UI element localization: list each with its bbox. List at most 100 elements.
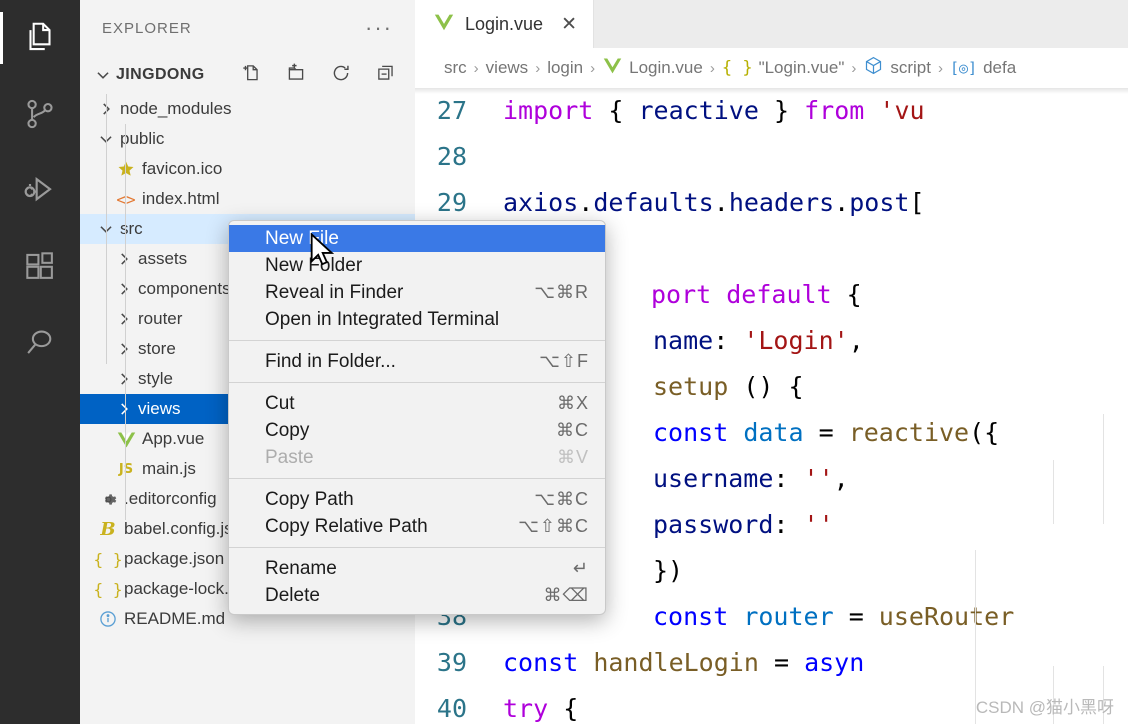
- tree-item-label: components: [138, 279, 231, 298]
- tree-item-label: babel.config.js: [124, 519, 233, 538]
- menu-item-reveal-in-finder[interactable]: Reveal in Finder ⌥⌘R: [229, 279, 605, 306]
- activity-item-extensions[interactable]: [0, 228, 80, 304]
- menu-item-new-file[interactable]: New File: [229, 225, 605, 252]
- code-token: .: [834, 188, 850, 217]
- code-token: =: [758, 648, 805, 677]
- menu-item-shortcut: ⌥⇧⌘C: [518, 516, 589, 536]
- editor-indent-guide: [1053, 460, 1054, 524]
- close-icon[interactable]: ✕: [561, 15, 577, 34]
- chevron-down-icon[interactable]: [90, 66, 116, 84]
- star-icon: [112, 159, 140, 179]
- code-token: const: [653, 418, 729, 447]
- breadcrumb-separator: ›: [535, 59, 541, 77]
- code-token: router: [743, 602, 834, 631]
- menu-separator: [229, 478, 605, 479]
- chevron-right-icon[interactable]: [112, 400, 136, 418]
- code-token: useRouter: [878, 602, 1015, 631]
- code-line: 39 const handleLogin = asyn: [415, 640, 1128, 686]
- explorer-more-actions-button[interactable]: ···: [365, 17, 393, 39]
- menu-item-copy[interactable]: Copy ⌘C: [229, 417, 605, 444]
- menu-item-find-in-folder[interactable]: Find in Folder... ⌥⇧F: [229, 348, 605, 375]
- code-token: name: [653, 326, 714, 355]
- tree-item-public[interactable]: public: [80, 124, 415, 154]
- menu-item-label: Open in Integrated Terminal: [265, 308, 500, 330]
- code-token: :: [773, 510, 804, 539]
- breadcrumb-item[interactable]: src: [444, 58, 467, 78]
- tree-item-favicon-ico[interactable]: favicon.ico: [80, 154, 415, 184]
- tree-item-label: index.html: [142, 189, 220, 208]
- breadcrumb-item[interactable]: { } "Login.vue": [722, 58, 845, 78]
- menu-item-copy-path[interactable]: Copy Path ⌥⌘C: [229, 486, 605, 513]
- code-token: =: [803, 418, 849, 447]
- refresh-icon[interactable]: [330, 62, 352, 89]
- menu-item-shortcut: ⌥⌘R: [534, 282, 589, 302]
- collapse-all-icon[interactable]: [375, 62, 397, 89]
- code-token: port default: [651, 280, 847, 309]
- menu-item-label: Copy: [265, 419, 310, 441]
- gear-icon: [94, 490, 122, 509]
- chevron-right-icon[interactable]: [112, 280, 136, 298]
- breadcrumb-label: Login.vue: [629, 58, 703, 77]
- breadcrumb-separator: ›: [851, 59, 857, 77]
- new-folder-icon[interactable]: [285, 62, 307, 89]
- breadcrumb-separator: ›: [937, 59, 943, 77]
- breadcrumb-item[interactable]: login: [547, 58, 583, 78]
- search-icon: [21, 323, 59, 361]
- code-token: reactive: [848, 418, 970, 447]
- menu-item-paste[interactable]: Paste ⌘V: [229, 444, 605, 471]
- breadcrumb-label: script: [890, 58, 931, 77]
- new-file-icon[interactable]: [240, 62, 262, 89]
- activity-bar: [0, 0, 80, 724]
- code-token: 'vu: [879, 96, 925, 125]
- workspace-root-label: JINGDONG: [116, 66, 205, 83]
- code-token: const: [503, 648, 579, 677]
- menu-item-open-in-integrated-terminal[interactable]: Open in Integrated Terminal: [229, 306, 605, 333]
- code-token: asyn: [804, 648, 865, 677]
- chevron-right-icon[interactable]: [112, 310, 136, 328]
- code-token: axios: [503, 188, 579, 217]
- chevron-right-icon[interactable]: [112, 370, 136, 388]
- code-token: {: [608, 96, 624, 125]
- json-icon: { }: [93, 579, 123, 599]
- braces-icon: { }: [721, 58, 753, 78]
- breadcrumb-item[interactable]: Login.vue: [602, 55, 703, 81]
- breadcrumb-label: defa: [983, 58, 1017, 77]
- menu-item-shortcut: ⌥⇧F: [539, 351, 589, 371]
- menu-item-copy-relative-path[interactable]: Copy Relative Path ⌥⇧⌘C: [229, 513, 605, 540]
- tree-item-label: router: [138, 309, 183, 328]
- code-token: password: [653, 510, 774, 539]
- tree-item-node-modules[interactable]: node_modules: [80, 94, 415, 124]
- code-token: const: [653, 602, 729, 631]
- menu-item-shortcut: ⌥⌘C: [534, 489, 589, 509]
- code-token: .: [713, 188, 729, 217]
- code-token: }): [653, 556, 684, 585]
- chevron-right-icon[interactable]: [112, 250, 136, 268]
- activity-item-explorer[interactable]: [0, 0, 80, 76]
- menu-item-label: Cut: [265, 392, 295, 414]
- breadcrumb-item[interactable]: script: [863, 55, 931, 81]
- breadcrumb-item[interactable]: [◎] defa: [950, 58, 1016, 78]
- editor-tabs: Login.vue ✕: [415, 0, 1128, 48]
- activity-item-run-and-debug[interactable]: [0, 152, 80, 228]
- menu-item-rename[interactable]: Rename ↵: [229, 555, 605, 582]
- menu-item-delete[interactable]: Delete ⌘⌫: [229, 582, 605, 609]
- chevron-right-icon[interactable]: [112, 340, 136, 358]
- breadcrumb-label: views: [485, 58, 529, 77]
- info-icon: [94, 609, 122, 629]
- tree-item-index-html[interactable]: <>index.html: [80, 184, 415, 214]
- code-token: .: [578, 188, 594, 217]
- menu-item-cut[interactable]: Cut ⌘X: [229, 390, 605, 417]
- menu-item-new-folder[interactable]: New Folder: [229, 252, 605, 279]
- activity-item-search[interactable]: [0, 304, 80, 380]
- activity-item-source-control[interactable]: [0, 76, 80, 152]
- menu-item-shortcut: ⌘X: [556, 393, 589, 413]
- editor-tab-login-vue[interactable]: Login.vue ✕: [415, 0, 594, 48]
- workspace-root-row[interactable]: JINGDONG: [80, 56, 415, 94]
- code-token: '': [803, 464, 834, 493]
- explorer-context-menu[interactable]: New File New Folder Reveal in Finder ⌥⌘R Ope…: [228, 220, 606, 615]
- breadcrumb-item[interactable]: views: [486, 58, 529, 78]
- tree-item-label: style: [138, 369, 173, 388]
- breadcrumb-label: "Login.vue": [758, 58, 845, 77]
